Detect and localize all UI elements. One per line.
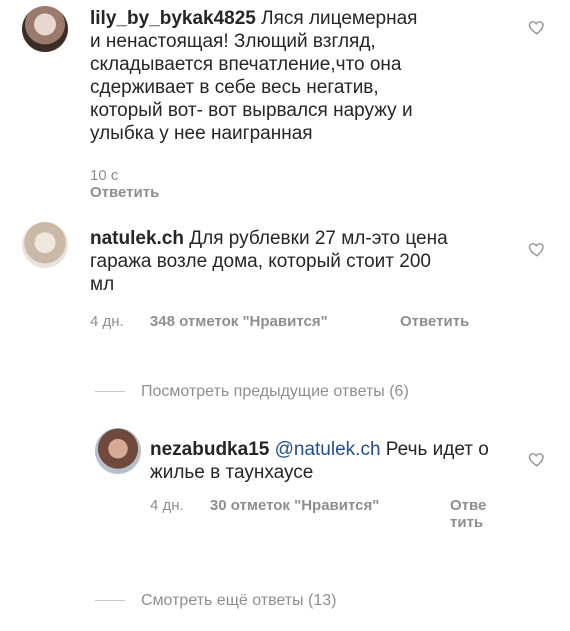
heart-icon[interactable] bbox=[528, 450, 546, 468]
avatar[interactable] bbox=[22, 6, 68, 52]
comment-text: nezabudka15 @natulek.ch Речь идет о жиль… bbox=[150, 438, 520, 484]
avatar[interactable] bbox=[22, 222, 68, 268]
avatar[interactable] bbox=[95, 428, 141, 474]
view-previous-replies[interactable]: Посмотреть предыдущие ответы (6) bbox=[95, 383, 409, 401]
timestamp: 10 с bbox=[90, 167, 119, 184]
comment-meta: 10 с Ответить bbox=[90, 167, 159, 201]
view-more-label: Смотреть ещё ответы (13) bbox=[141, 592, 337, 609]
heart-icon[interactable] bbox=[528, 240, 546, 258]
mention-link[interactable]: @natulek.ch bbox=[275, 439, 381, 460]
username[interactable]: lily_by_bykak4825 bbox=[90, 8, 256, 29]
username[interactable]: natulek.ch bbox=[90, 228, 184, 249]
timestamp: 4 дн. bbox=[90, 313, 124, 330]
view-previous-label: Посмотреть предыдущие ответы (6) bbox=[141, 383, 409, 400]
divider-line bbox=[95, 391, 125, 393]
divider-line bbox=[95, 600, 125, 602]
comment-meta: 4 дн. 30 отметок "Нравится" Ответить bbox=[150, 497, 490, 531]
comment-meta: 4 дн. 348 отметок "Нравится" Ответить bbox=[90, 313, 490, 330]
likes-count[interactable]: 30 отметок "Нравится" bbox=[210, 497, 379, 514]
reply-button[interactable]: Ответить bbox=[450, 497, 490, 531]
reply-button[interactable]: Ответить bbox=[400, 313, 480, 330]
username[interactable]: nezabudka15 bbox=[150, 439, 269, 460]
reply-button[interactable]: Ответить bbox=[90, 184, 159, 201]
comment-text: natulek.ch Для рублевки 27 мл-это цена г… bbox=[90, 227, 450, 296]
comment-text: lily_by_bykak4825 Ляся лицемерная и нена… bbox=[90, 7, 430, 145]
timestamp: 4 дн. bbox=[150, 497, 184, 514]
view-more-replies[interactable]: Смотреть ещё ответы (13) bbox=[95, 592, 337, 610]
heart-icon[interactable] bbox=[528, 18, 546, 36]
likes-count[interactable]: 348 отметок "Нравится" bbox=[150, 313, 328, 330]
